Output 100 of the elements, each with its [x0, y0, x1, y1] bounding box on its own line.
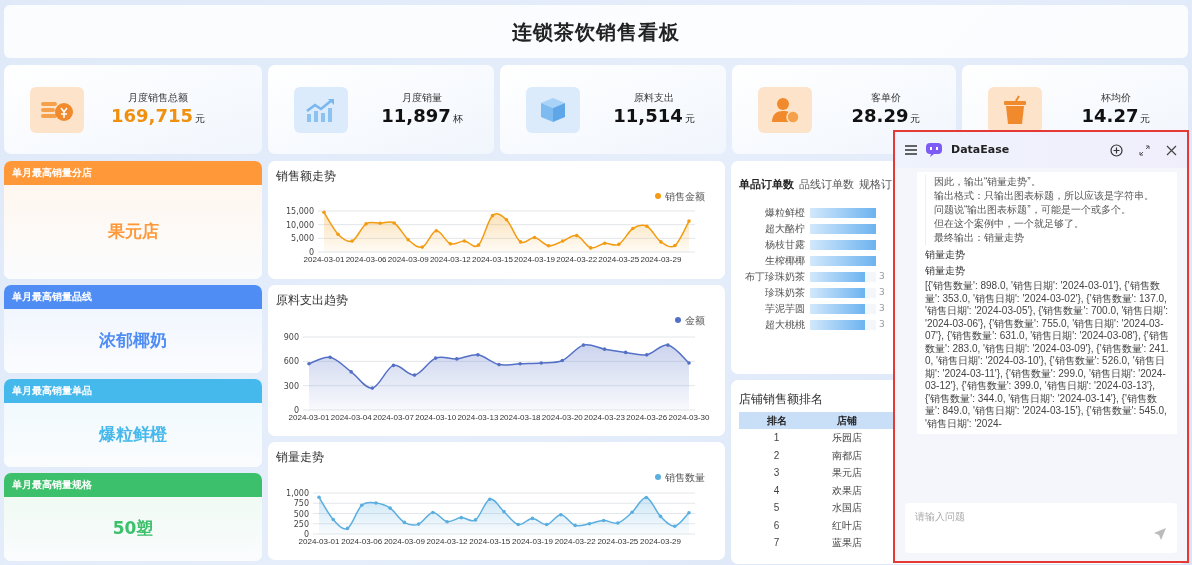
thinking-text: 最终输出：销量走势: [934, 231, 1025, 245]
bar-value: 3: [879, 286, 885, 299]
axis-label: 2024-03-13: [457, 413, 499, 422]
tab[interactable]: 品线订单数: [799, 177, 854, 193]
data-point: [559, 512, 563, 517]
data-point: [349, 370, 353, 374]
kpi-label: 月度销量: [402, 91, 442, 105]
data-point: [459, 515, 464, 520]
highlight-value: 爆粒鲜橙: [99, 423, 167, 447]
data-point: [602, 347, 607, 351]
data-point: [359, 503, 364, 508]
data-point: [392, 221, 396, 225]
box-icon: [539, 95, 567, 124]
axis-label: 2024-03-23: [584, 413, 625, 422]
axis-label: 2024-03-15: [472, 255, 513, 264]
bar-label: 杨枝甘露: [764, 238, 805, 253]
axis-label: 1,000: [286, 489, 309, 498]
axis-label: 2024-03-30: [668, 413, 710, 422]
axis-label: 5,000: [291, 234, 314, 244]
kpi-value: 11,514: [613, 105, 683, 126]
data-point: [672, 524, 677, 528]
legend-label: 销售数量: [665, 472, 705, 483]
axis-label: 2024-03-19: [512, 537, 553, 546]
data-point: [307, 361, 311, 366]
axis-label: 2024-03-22: [554, 537, 596, 546]
unit-label: 元: [1140, 113, 1151, 124]
data-point: [645, 353, 649, 357]
table-cell: 1: [739, 429, 814, 447]
data-point: [497, 362, 501, 367]
axis-label: 2024-03-01: [298, 537, 340, 546]
axis-label: 0: [308, 248, 314, 257]
thinking-text: 因此，输出“销量走势”。: [934, 175, 1042, 189]
axis-label: 2024-03-01: [288, 413, 330, 422]
table-cell-text: 南都店: [830, 448, 863, 463]
chart-title: 原料支出趋势: [276, 292, 349, 309]
data-point: [530, 516, 535, 521]
data-point: [673, 243, 677, 248]
kpi-label: 月度销售总额: [128, 91, 188, 105]
data-point: [445, 519, 449, 524]
question-field[interactable]: 请输入问题: [905, 503, 1177, 553]
dashboard-title: 连锁茶饮销售看板: [512, 19, 680, 44]
unit-label: 元: [910, 113, 921, 124]
highlight-value: 浓郁椰奶: [99, 329, 167, 353]
data-point: [687, 219, 691, 223]
menu-icon[interactable]: [905, 145, 917, 155]
card-header: 单月最高销量规格: [4, 473, 262, 497]
bar-label: 芋泥芋圆: [764, 302, 805, 317]
expand-icon[interactable]: [1139, 144, 1150, 156]
unit-label: 元: [195, 113, 205, 124]
axis-label: 2024-03-04: [330, 413, 372, 422]
bar-label: 生榨椰椰: [764, 254, 805, 269]
bar-label: 布丁珍珠奶茶: [744, 270, 805, 285]
chart-title: 销量走势: [276, 449, 325, 466]
tab[interactable]: 单品订单数: [739, 177, 794, 193]
card-title: 店铺销售额排名: [739, 391, 823, 408]
table-cell-text: 4: [772, 483, 781, 498]
data-point: [391, 363, 396, 368]
data-point: [455, 357, 459, 361]
data-point: [644, 495, 649, 500]
table-cell-text: 蓝果店: [830, 536, 863, 551]
thinking-text: 但在这个案例中，一个就足够了。: [934, 217, 1085, 231]
data-point: [601, 518, 606, 523]
kpi-label: 客单价: [871, 91, 901, 105]
axis-label: 2024-03-01: [303, 255, 345, 264]
data-point: [434, 228, 439, 233]
axis-label: 2024-03-25: [597, 537, 639, 546]
close-icon[interactable]: [1166, 144, 1177, 156]
thinking-text: 问题说“输出图表标题”，可能是一个或多个。: [934, 203, 1132, 217]
cup-icon: [1002, 94, 1028, 125]
table-cell-text: 水国店: [830, 501, 863, 516]
data-point: [560, 239, 565, 243]
data-point: [518, 240, 523, 244]
data-point: [322, 210, 326, 215]
data-point: [331, 517, 336, 522]
data-point: [336, 232, 340, 237]
bar-label: 超大酪柠: [764, 222, 805, 237]
new-chat-icon[interactable]: [1110, 143, 1123, 157]
answer-text: 销量走势: [925, 248, 966, 261]
legend-dot: [675, 317, 681, 323]
data-point: [581, 343, 586, 347]
data-point: [546, 243, 551, 248]
data-point: [630, 510, 634, 515]
bar-label: 珍珠奶茶: [764, 286, 805, 301]
data-point: [412, 373, 417, 377]
kpi-label: 杯均价: [1101, 91, 1131, 105]
table-cell-text: 欢果店: [830, 483, 863, 498]
bar-label: 爆粒鲜橙: [764, 206, 805, 221]
data-point: [544, 522, 549, 527]
bar-value: 3: [879, 302, 885, 315]
data-point: [539, 361, 543, 365]
data-point: [687, 361, 691, 365]
data-point: [490, 213, 495, 218]
legend-label: 金额: [685, 315, 705, 326]
data-point: [518, 361, 522, 366]
robot-icon: [925, 142, 943, 158]
data-point: [402, 520, 407, 525]
axis-label: 0: [293, 406, 299, 415]
tab[interactable]: 规格订: [859, 177, 892, 193]
data-point: [666, 343, 670, 347]
axis-label: 2024-03-22: [556, 255, 598, 264]
